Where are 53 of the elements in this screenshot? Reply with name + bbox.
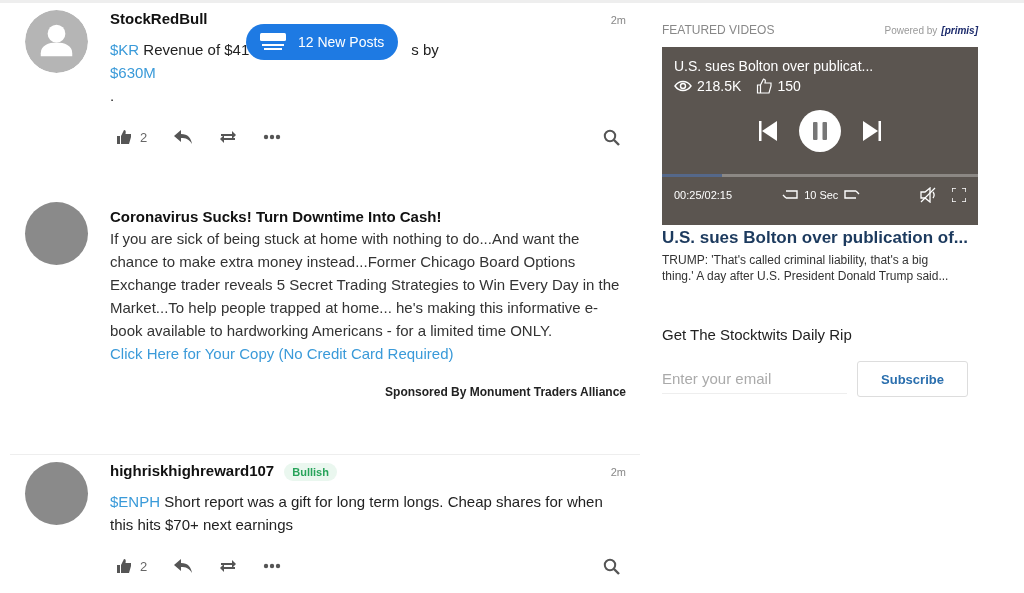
view-count: 218.5K	[697, 78, 742, 94]
newsletter-heading: Get The Stocktwits Daily Rip	[662, 326, 853, 343]
like-button[interactable]: 2	[110, 558, 148, 574]
eye-icon	[674, 80, 692, 92]
rewind-icon[interactable]	[782, 190, 799, 200]
ticker-link[interactable]: $ENPH	[110, 493, 161, 510]
video-headline[interactable]: U.S. sues Bolton over publication of...	[662, 228, 978, 248]
provider-logo: [primis]	[941, 25, 978, 36]
video-time: 00:25/02:15	[674, 189, 733, 201]
ad-link[interactable]: Click Here for Your Copy (No Credit Card Required)	[110, 345, 454, 362]
video-frame-placeholder[interactable]: U.S. sues Bolton over publicat... 218.5K 150 00:25/02:15 10 Sec	[662, 47, 978, 225]
new-posts-button[interactable]: 12 New Posts	[246, 24, 399, 60]
pause-icon	[813, 122, 827, 140]
subscribe-button[interactable]: Subscribe	[857, 361, 968, 397]
powered-by-label: Powered by	[884, 25, 938, 36]
sentiment-label: Bullish	[284, 463, 337, 481]
list-icon	[260, 33, 286, 51]
sponsor-label: Sponsored By Monument Traders Alliance	[384, 385, 626, 399]
skip-label: 10 Sec	[804, 189, 839, 201]
search-icon[interactable]	[603, 128, 620, 146]
reply-icon[interactable]	[173, 129, 194, 145]
forward-icon[interactable]	[844, 190, 861, 200]
previous-icon[interactable]	[759, 121, 777, 141]
next-icon[interactable]	[863, 121, 881, 141]
ticker-link[interactable]: $630M	[110, 64, 156, 81]
thumbs-up-icon	[116, 129, 132, 145]
reshare-icon[interactable]	[219, 129, 238, 145]
post-time: 2m	[610, 466, 626, 478]
reply-icon[interactable]	[173, 558, 194, 574]
video-title: U.S. sues Bolton over publicat...	[674, 58, 875, 74]
mute-icon[interactable]	[920, 187, 938, 203]
like-button[interactable]: 2	[110, 129, 148, 145]
message-text: .	[110, 86, 116, 106]
search-icon[interactable]	[603, 557, 620, 575]
video-summary: TRUMP: 'That's called criminal liability, that's a big thing.' A day after U.S. President Donald Trump said...	[662, 252, 950, 284]
more-icon[interactable]	[263, 563, 282, 569]
username[interactable]: StockRedBull	[110, 10, 208, 27]
reshare-icon[interactable]	[219, 558, 238, 574]
thumbs-up-icon	[116, 558, 132, 574]
message-text: $ENPH Short report was a gift for long term longs. Cheap shares for when this hits $70+ next earnings	[110, 492, 604, 535]
like-count: 150	[777, 78, 801, 94]
message-text: s by	[411, 41, 439, 58]
ticker-link[interactable]: $KR	[110, 41, 140, 58]
fullscreen-icon[interactable]	[952, 188, 966, 202]
thumbs-up-icon	[756, 78, 773, 94]
pause-button[interactable]	[799, 110, 841, 152]
section-heading: FEATURED VIDEOS	[662, 23, 775, 37]
ad-text: If you are sick of being stuck at home with nothing to do...And want the chance to make extra money instead...Former Chicago Board Options Exchange trader reveals 5 Secret Trading Strategies to Win Every Day in the Market...To help people trapped at home... he's making this informative e-book available to hardworking Americans - for a limited time ONLY.	[110, 229, 621, 341]
username[interactable]: highriskhighreward107	[110, 462, 275, 479]
more-icon[interactable]	[263, 134, 282, 140]
video-progress-track[interactable]	[662, 174, 978, 177]
ad-title: Coronavirus Sucks! Turn Downtime Into Cash!	[110, 208, 443, 225]
post-time: 2m	[610, 14, 626, 26]
